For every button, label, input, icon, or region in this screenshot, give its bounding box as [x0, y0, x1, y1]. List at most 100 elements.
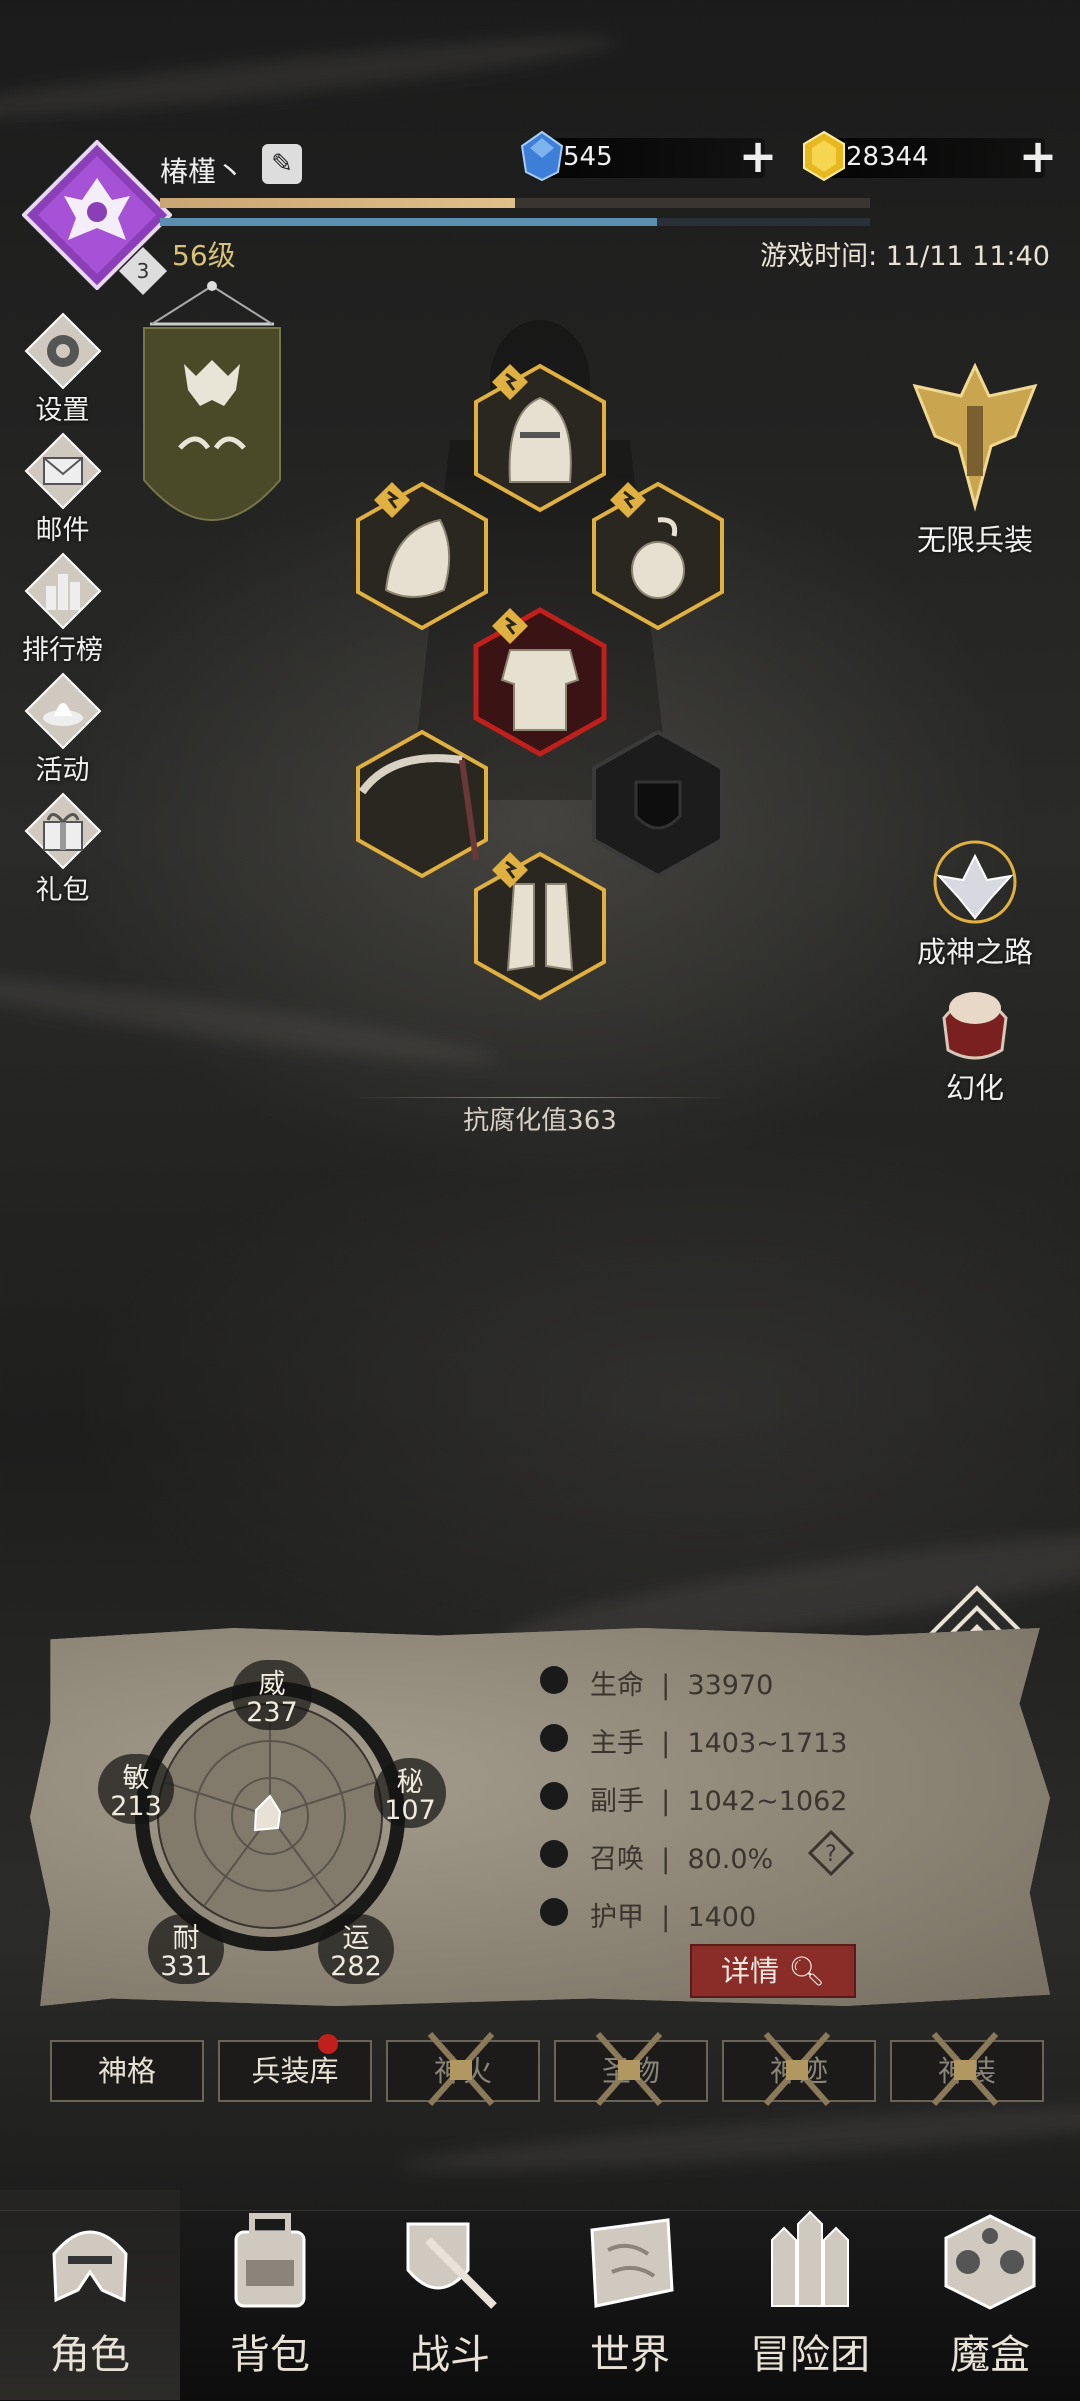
- stat-mainhand: 主手 | 1403~1713: [590, 1728, 848, 1759]
- attr-yun-name: 运: [342, 1923, 370, 1954]
- attr-mi-value: 107: [384, 1795, 436, 1826]
- stat-armor-label: 护甲: [590, 1902, 644, 1933]
- cube-icon: [944, 2214, 1036, 2310]
- menu-infinite-gear[interactable]: 无限兵装: [890, 356, 1060, 559]
- attr-min-name: 敏: [122, 1763, 150, 1794]
- details-label: 详情: [720, 1954, 779, 1988]
- attr-min-value: 213: [110, 1791, 162, 1822]
- stat-offhand-value: 1042~1062: [687, 1786, 848, 1817]
- menu-mail-label: 邮件: [35, 515, 90, 546]
- winged-sword-icon: [912, 362, 1038, 512]
- tab-divinity-label: 神格: [97, 2054, 156, 2088]
- menu-transform-label: 幻化: [945, 1071, 1004, 1105]
- hp-bar: [160, 218, 870, 226]
- corruption-divider: [350, 1097, 730, 1098]
- nav-adventure-team-label: 冒险团: [750, 2332, 870, 2378]
- menu-leaderboard-label: 排行榜: [22, 635, 103, 666]
- backpack-icon: [234, 2213, 306, 2308]
- nav-backpack[interactable]: 背包: [180, 2190, 360, 2400]
- nav-backpack-label: 背包: [230, 2332, 310, 2378]
- svg-text:?: ?: [825, 1842, 837, 1867]
- xp-bar: [160, 198, 870, 208]
- lock-chain-icon: [931, 2032, 999, 2106]
- lock-chain-icon: [595, 2032, 663, 2106]
- nav-magic-box-label: 魔盒: [950, 2332, 1030, 2378]
- attr-nai-name: 耐: [172, 1923, 200, 1954]
- mask-icon: [942, 992, 1008, 1060]
- stat-summon-label: 召唤: [590, 1844, 644, 1875]
- helmet-icon: [52, 2230, 128, 2303]
- leaderboard-icon: [24, 552, 101, 630]
- castle-icon: [771, 2210, 849, 2307]
- edit-name-button[interactable]: ✎: [262, 144, 302, 184]
- menu-event[interactable]: 活动: [10, 672, 115, 787]
- stat-hp-value: 33970: [687, 1670, 774, 1701]
- menu-event-label: 活动: [35, 755, 90, 786]
- gold-amount: 28344: [846, 142, 929, 172]
- attr-mi-name: 秘: [396, 1767, 424, 1798]
- player-name: 椿槿丶: [160, 155, 245, 188]
- magnifier-icon: 🔍︎: [788, 1954, 826, 1988]
- nav-magic-box[interactable]: 魔盒: [900, 2190, 1080, 2400]
- menu-infinite-gear-label: 无限兵装: [916, 523, 1033, 557]
- summon-icon: [540, 1840, 568, 1868]
- winged-crest-icon: [933, 840, 1017, 924]
- help-icon[interactable]: ?: [808, 1830, 854, 1876]
- menu-settings[interactable]: 设置: [10, 312, 115, 427]
- stat-summon: 召唤 | 80.0%: [590, 1844, 774, 1875]
- add-gold-button[interactable]: +: [1018, 133, 1058, 179]
- nav-character[interactable]: 角色: [0, 2190, 180, 2400]
- details-button[interactable]: 详情 🔍︎: [690, 1944, 856, 1998]
- attr-wei-name: 威: [258, 1669, 286, 1700]
- attr-yun-value: 282: [330, 1951, 382, 1982]
- lock-chain-icon: [763, 2032, 831, 2106]
- gem-amount: 545: [563, 142, 613, 172]
- menu-mail[interactable]: 邮件: [10, 432, 115, 547]
- menu-transform[interactable]: 幻化: [890, 978, 1060, 1107]
- offhand-icon: [540, 1782, 568, 1810]
- guild-banner[interactable]: [142, 280, 282, 540]
- nav-world-label: 世界: [590, 2332, 670, 2378]
- tab-divinity[interactable]: 神格: [50, 2040, 204, 2102]
- game-time: 游戏时间: 11/11 11:40: [760, 241, 1050, 272]
- corruption-value: 抗腐化值363: [463, 1106, 617, 1136]
- attr-mi: 秘 107: [374, 1758, 446, 1828]
- stat-mainhand-label: 主手: [590, 1728, 644, 1759]
- stat-offhand: 副手 | 1042~1062: [590, 1786, 848, 1817]
- attr-nai: 耐 331: [148, 1914, 224, 1984]
- add-gems-button[interactable]: +: [738, 133, 778, 179]
- map-scroll-icon: [590, 2218, 674, 2308]
- equip-slot-boots[interactable]: [470, 850, 610, 1002]
- tab-armory[interactable]: 兵装库: [218, 2040, 372, 2102]
- nav-adventure-team[interactable]: 冒险团: [720, 2190, 900, 2400]
- attr-yun: 运 282: [318, 1914, 394, 1984]
- nav-battle[interactable]: 战斗: [360, 2190, 540, 2400]
- lock-chain-icon: [427, 2032, 495, 2106]
- nav-battle-label: 战斗: [410, 2332, 490, 2378]
- tab-armory-label: 兵装库: [251, 2054, 339, 2088]
- gift-icon: [24, 792, 101, 870]
- shield-icon: [540, 1898, 568, 1926]
- gem-icon: [520, 130, 564, 182]
- stat-summon-value: 80.0%: [687, 1844, 774, 1875]
- heart-icon: [540, 1666, 568, 1694]
- mail-icon: [24, 432, 101, 510]
- stat-armor: 护甲 | 1400: [590, 1902, 757, 1933]
- stat-offhand-label: 副手: [590, 1786, 644, 1817]
- attr-wei: 威 237: [232, 1660, 312, 1730]
- stat-hp: 生命 | 33970: [590, 1670, 774, 1701]
- event-icon: [24, 672, 101, 750]
- notification-dot: [318, 2034, 338, 2054]
- menu-gift[interactable]: 礼包: [10, 792, 115, 907]
- nav-character-label: 角色: [50, 2332, 130, 2378]
- stat-armor-value: 1400: [687, 1902, 757, 1933]
- attr-nai-value: 331: [160, 1951, 212, 1982]
- nav-world[interactable]: 世界: [540, 2190, 720, 2400]
- menu-gift-label: 礼包: [35, 875, 90, 906]
- menu-god-path[interactable]: 成神之路: [890, 832, 1060, 971]
- gold-coin-icon: [803, 130, 845, 182]
- menu-leaderboard[interactable]: 排行榜: [10, 552, 115, 667]
- gear-icon: [24, 312, 101, 390]
- shield-sword-icon: [406, 2222, 497, 2309]
- stat-mainhand-value: 1403~1713: [687, 1728, 848, 1759]
